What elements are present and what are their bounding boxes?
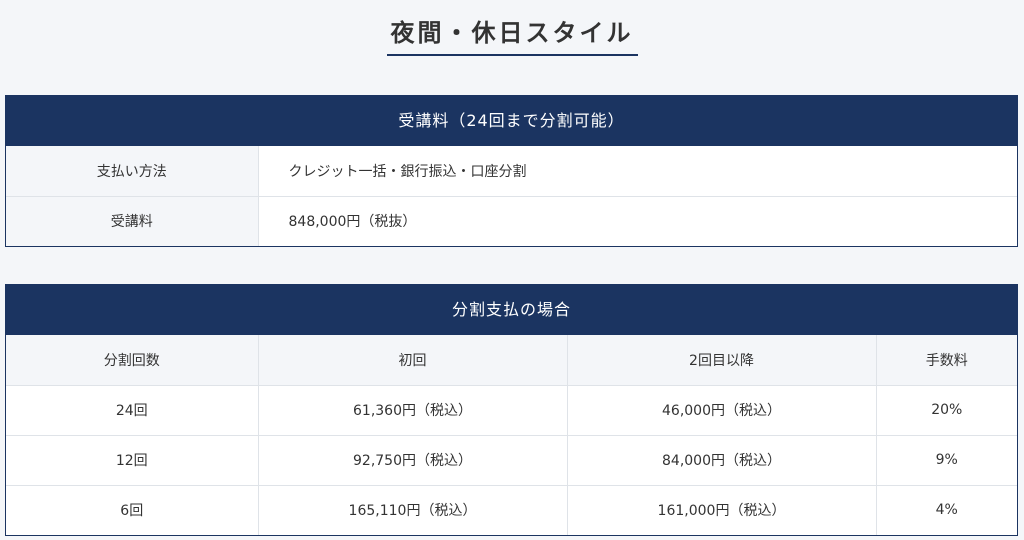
table-row: 支払い方法 クレジット一括・銀行振込・口座分割 <box>6 146 1017 196</box>
tuition-value: 848,000円（税抜） <box>258 195 1017 246</box>
installment-table-header: 分割支払の場合 <box>6 285 1017 335</box>
column-header: 初回 <box>258 335 568 385</box>
table-cell: 92,750円（税込） <box>258 434 568 485</box>
table-row: 24回 61,360円（税込） 46,000円（税込） 20% <box>6 384 1017 435</box>
table-cell: 84,000円（税込） <box>567 434 877 485</box>
column-header: 手数料 <box>876 335 1017 385</box>
table-cell: 165,110円（税込） <box>258 484 568 535</box>
page-title: 夜間・休日スタイル <box>386 18 638 56</box>
payment-method-value: クレジット一括・銀行振込・口座分割 <box>258 146 1017 196</box>
table-cell: 61,360円（税込） <box>258 384 568 435</box>
installment-table-body: 分割回数 初回 2回目以降 手数料 24回 61,360円（税込） 46,000… <box>6 335 1017 535</box>
fee-table-header: 受講料（24回まで分割可能） <box>6 96 1017 146</box>
payment-method-label: 支払い方法 <box>6 146 259 196</box>
table-row: 受講料 848,000円（税抜） <box>6 195 1017 246</box>
table-row: 6回 165,110円（税込） 161,000円（税込） 4% <box>6 484 1017 535</box>
table-cell: 46,000円（税込） <box>567 384 877 435</box>
tuition-label: 受講料 <box>6 195 259 246</box>
table-cell: 6回 <box>6 484 259 535</box>
table-cell: 20% <box>876 384 1017 435</box>
fee-table: 受講料（24回まで分割可能） 支払い方法 クレジット一括・銀行振込・口座分割 受… <box>5 95 1018 247</box>
installment-table: 分割支払の場合 分割回数 初回 2回目以降 手数料 24回 61,360円（税込… <box>5 284 1018 536</box>
table-header-row: 分割回数 初回 2回目以降 手数料 <box>6 335 1017 385</box>
column-header: 分割回数 <box>6 335 259 385</box>
table-cell: 4% <box>876 484 1017 535</box>
table-cell: 24回 <box>6 384 259 435</box>
page-title-wrap: 夜間・休日スタイル <box>0 0 1024 70</box>
table-row: 12回 92,750円（税込） 84,000円（税込） 9% <box>6 434 1017 485</box>
table-cell: 12回 <box>6 434 259 485</box>
column-header: 2回目以降 <box>567 335 877 385</box>
fee-table-body: 支払い方法 クレジット一括・銀行振込・口座分割 受講料 848,000円（税抜） <box>6 146 1017 246</box>
table-cell: 161,000円（税込） <box>567 484 877 535</box>
table-cell: 9% <box>876 434 1017 485</box>
